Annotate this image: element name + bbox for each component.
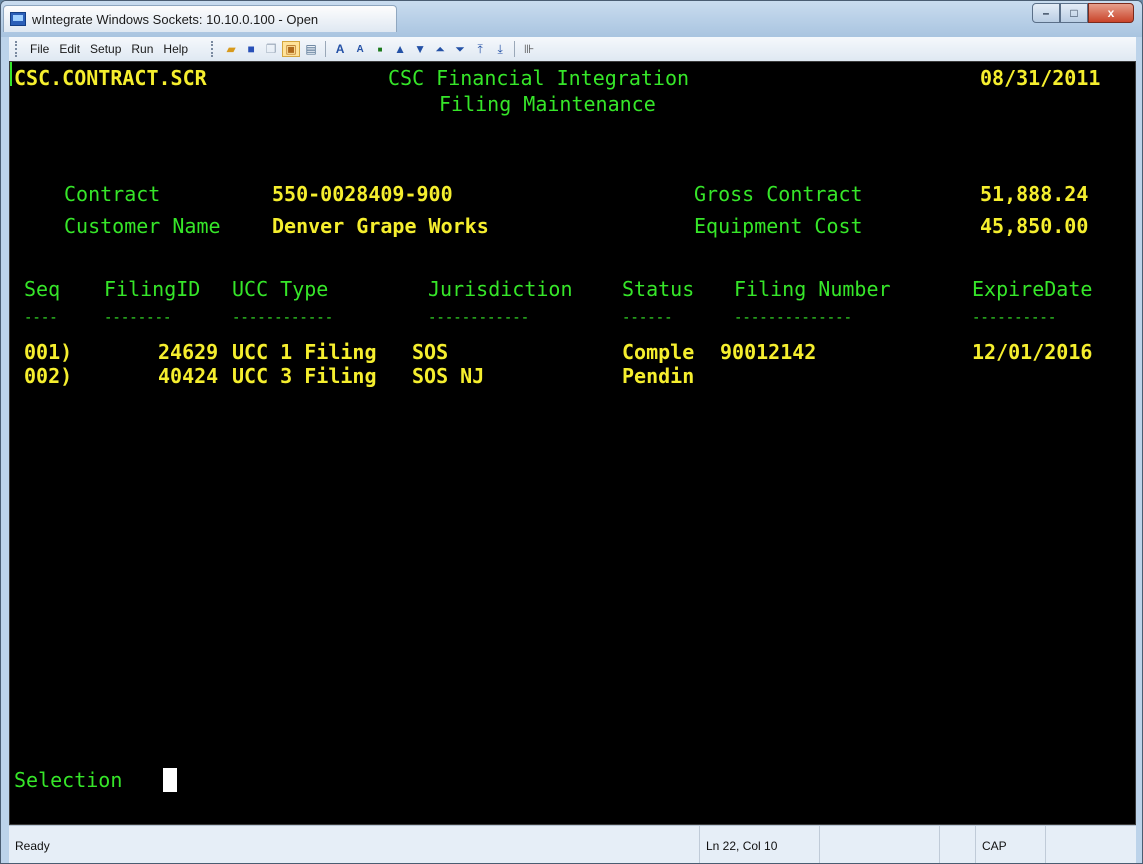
customer-name-label: Customer Name [64,214,221,238]
row-filingid: 40424 [158,364,219,388]
row-ucctype: UCC 1 Filing [232,340,377,364]
underline-status: ------ [622,310,673,326]
underline-ucctype: ------------ [232,310,334,326]
window-controls: – □ x [1032,3,1134,23]
save-icon[interactable]: ■ [242,41,260,57]
row-jurisdiction: SOS [412,340,449,364]
menu-bar: File Edit Setup Run Help ▰ ■ ❐ ▣ ▤ A A ■… [9,37,1136,62]
header-filingid: FilingID [104,277,201,301]
header-filing-number: Filing Number [734,277,891,301]
status-empty-cell [1045,826,1136,863]
font-decrease-icon[interactable]: A [351,41,369,57]
row-seq: 001) [24,340,73,364]
screen-title: CSC Financial Integration [388,66,690,90]
row-jurisdiction: SOS NJ [412,364,485,388]
header-seq: Seq [24,277,61,301]
app-window: wIntegrate Windows Sockets: 10.10.0.100 … [0,0,1143,864]
menu-run[interactable]: Run [126,42,158,56]
down-arrow-icon[interactable]: ▼ [411,41,429,57]
small-icon[interactable]: ■ [371,41,389,57]
row-status: Comple [622,340,695,364]
row-ucctype: UCC 3 Filing [232,364,377,388]
menu-edit[interactable]: Edit [54,42,85,56]
underline-filingid: -------- [104,310,172,326]
contract-value: 550-0028409-900 [272,182,453,206]
status-text: Ready [15,839,50,853]
bottom-icon[interactable]: ⤓ [491,41,509,57]
equipment-cost-label: Equipment Cost [694,214,863,238]
terminal-screen[interactable]: CSC.CONTRACT.SCR CSC Financial Integrati… [9,61,1136,825]
page-down-icon[interactable]: ⏷ [451,41,469,57]
status-empty-cell [819,826,939,863]
title-bar[interactable]: wIntegrate Windows Sockets: 10.10.0.100 … [1,1,1142,37]
left-highlight-bar [10,62,12,86]
row-status: Pendin [622,364,695,388]
status-bar: Ready Ln 22, Col 10 CAP [9,825,1136,863]
text-cursor[interactable] [163,768,177,792]
screen-date: 08/31/2011 [980,66,1101,90]
menu-help[interactable]: Help [158,42,193,56]
row-filing-number: 90012142 [720,340,817,364]
toolbar-separator [514,41,516,57]
toolbar: ▰ ■ ❐ ▣ ▤ A A ■ ▲ ▼ ⏶ ⏷ ⤒ ⤓ ⊪ [205,41,539,57]
toolbar-separator [325,41,327,57]
underline-seq: ---- [24,310,58,326]
minimize-button[interactable]: – [1032,3,1060,23]
screen-subtitle: Filing Maintenance [439,92,656,116]
toolbar-grip-icon[interactable] [211,41,216,57]
caps-lock-indicator: CAP [975,826,1045,863]
copy-icon[interactable]: ❐ [262,41,280,57]
customer-name-value: Denver Grape Works [272,214,489,238]
font-increase-icon[interactable]: A [331,41,349,57]
underline-filing-number: -------------- [734,310,853,326]
print-icon[interactable]: ▤ [302,41,320,57]
program-name: CSC.CONTRACT.SCR [14,66,207,90]
connect-icon[interactable]: ⊪ [520,41,538,57]
contract-label: Contract [64,182,161,206]
row-filingid: 24629 [158,340,219,364]
underline-expire-date: ---------- [972,310,1057,326]
gross-contract-value: 51,888.24 [980,182,1089,206]
equipment-cost-value: 45,850.00 [980,214,1089,238]
header-status: Status [622,277,695,301]
up-arrow-icon[interactable]: ▲ [391,41,409,57]
maximize-button[interactable]: □ [1060,3,1088,23]
menu-setup[interactable]: Setup [85,42,126,56]
terminal-app-icon [10,12,26,26]
header-expire-date: ExpireDate [972,277,1093,301]
menu-file[interactable]: File [25,42,54,56]
status-empty-cell [939,826,975,863]
header-jurisdiction: Jurisdiction [428,277,573,301]
row-expire-date: 12/01/2016 [972,340,1093,364]
header-ucctype: UCC Type [232,277,329,301]
cursor-position: Ln 22, Col 10 [699,826,819,863]
row-seq: 002) [24,364,73,388]
window-title: wIntegrate Windows Sockets: 10.10.0.100 … [32,11,319,27]
top-icon[interactable]: ⤒ [471,41,489,57]
open-folder-icon[interactable]: ▰ [222,41,240,57]
gross-contract-label: Gross Contract [694,182,863,206]
close-button[interactable]: x [1088,3,1134,23]
menu-grip-icon[interactable] [15,41,20,57]
title-tab: wIntegrate Windows Sockets: 10.10.0.100 … [3,5,397,32]
underline-jurisdiction: ------------ [428,310,530,326]
paste-icon[interactable]: ▣ [282,41,301,57]
page-up-icon[interactable]: ⏶ [431,41,449,57]
selection-prompt: Selection [14,768,123,792]
